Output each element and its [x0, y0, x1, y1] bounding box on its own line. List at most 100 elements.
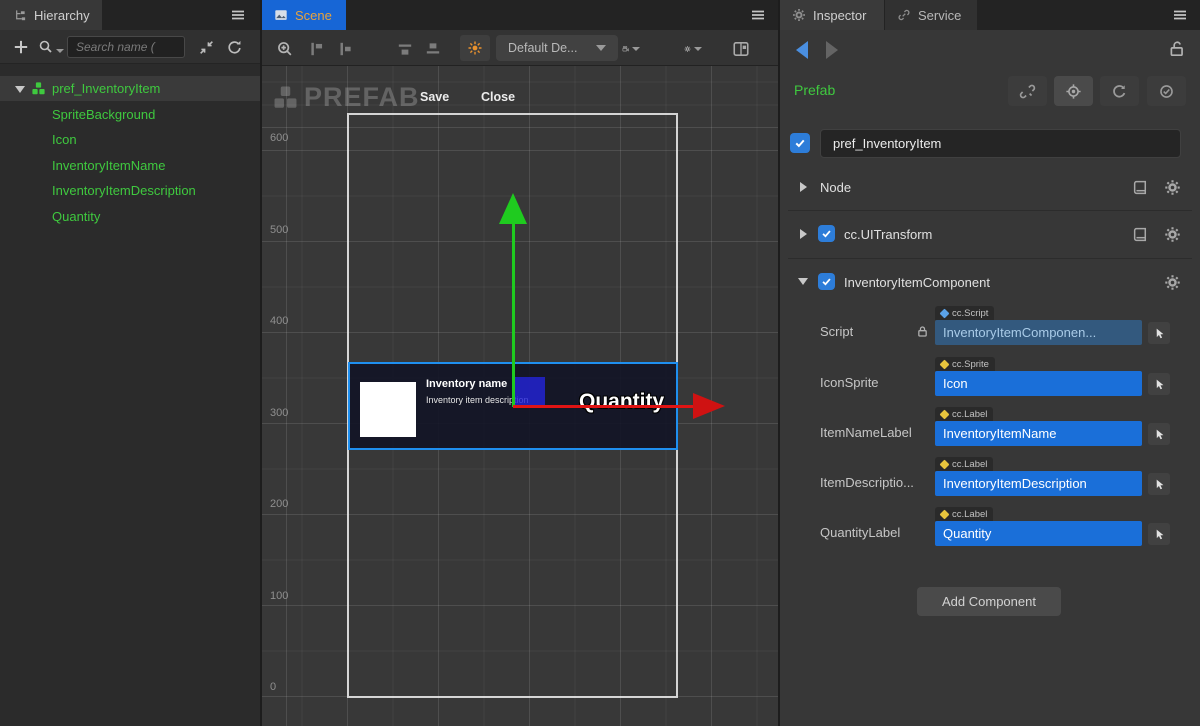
layout-window-icon[interactable] — [732, 40, 750, 58]
node-expand-caret-icon[interactable] — [800, 182, 807, 192]
property-reference-field[interactable]: InventoryItemName — [935, 421, 1142, 446]
reference-picker-button[interactable] — [1148, 523, 1170, 545]
inspector-menu-icon[interactable] — [1172, 7, 1188, 23]
align-bottom-icon[interactable] — [424, 40, 442, 58]
uitransform-help-book-icon[interactable] — [1132, 226, 1149, 243]
component-collapse-caret-icon[interactable] — [798, 278, 808, 285]
type-diamond-icon — [940, 459, 950, 469]
node-help-book-icon[interactable] — [1132, 179, 1149, 196]
section-node-label: Node — [820, 180, 851, 195]
align-left-icon[interactable] — [308, 40, 326, 58]
property-type-label: cc.Label — [952, 509, 987, 520]
tree-item-InventoryItemName[interactable]: InventoryItemName — [52, 153, 165, 178]
property-type-label: cc.Label — [952, 459, 987, 470]
inspector-tabbar: Inspector Service — [780, 0, 1200, 30]
type-diamond-icon — [940, 308, 950, 318]
tree-item-Icon[interactable]: Icon — [52, 127, 77, 152]
tree-item-Quantity[interactable]: Quantity — [52, 204, 100, 229]
property-type-label: cc.Sprite — [952, 359, 989, 370]
device-dropdown-value: Default De... — [508, 41, 577, 55]
gizmo-light-toggle[interactable] — [460, 35, 490, 61]
inventory-item-name-label: Inventory name — [426, 378, 507, 390]
align-top-icon[interactable] — [396, 40, 414, 58]
tab-service-label: Service — [918, 8, 961, 23]
reference-picker-button[interactable] — [1148, 322, 1170, 344]
inspector-gear-icon — [792, 8, 806, 22]
node-active-checkbox[interactable] — [790, 133, 810, 153]
property-type-tag: cc.Script — [935, 306, 994, 320]
cocos-creator-editor: Hierarchy — [0, 0, 1200, 726]
tab-hierarchy[interactable]: Hierarchy — [0, 0, 102, 30]
gizmo-y-axis-arrow-icon[interactable] — [499, 193, 527, 224]
gizmo-x-axis-line[interactable] — [513, 405, 694, 408]
property-type-tag: cc.Sprite — [935, 357, 995, 371]
unlock-icon[interactable] — [1168, 40, 1186, 58]
tree-item-InventoryItemDescription[interactable]: InventoryItemDescription — [52, 178, 196, 203]
type-diamond-icon — [940, 359, 950, 369]
property-type-label: cc.Label — [952, 409, 987, 420]
hierarchy-menu-icon[interactable] — [230, 7, 246, 23]
property-row-ItemDescriptio...: ItemDescriptio...cc.LabelInventoryItemDe… — [780, 456, 1200, 512]
gizmo-xy-plane-handle[interactable] — [514, 377, 545, 405]
hierarchy-tree-icon — [12, 8, 27, 23]
property-reference-field[interactable]: InventoryItemDescription — [935, 471, 1142, 496]
prefab-save-button[interactable]: Save — [420, 90, 449, 104]
refresh-icon[interactable] — [226, 39, 243, 56]
gizmo-y-axis-line[interactable] — [512, 224, 515, 407]
device-dropdown[interactable]: Default De... — [496, 35, 618, 61]
ruler-label: 600 — [270, 132, 288, 144]
section-uitransform-label: cc.UITransform — [844, 227, 932, 242]
prefab-watermark: PREFAB — [272, 82, 420, 113]
expand-caret-icon[interactable] — [15, 86, 25, 93]
align-right-icon[interactable] — [336, 40, 354, 58]
search-input[interactable] — [67, 36, 185, 58]
section-component-label: InventoryItemComponent — [844, 275, 990, 290]
camera-menu-icon[interactable] — [622, 40, 640, 58]
prefab-watermark-label: PREFAB — [304, 82, 420, 113]
reference-picker-button[interactable] — [1148, 473, 1170, 495]
scene-menu-icon[interactable] — [750, 7, 766, 23]
reference-picker-button[interactable] — [1148, 423, 1170, 445]
property-reference-field[interactable]: Icon — [935, 371, 1142, 396]
tab-scene[interactable]: Scene — [262, 0, 346, 30]
gizmo-x-axis-arrow-icon[interactable] — [693, 393, 725, 419]
prefab-revert-button[interactable] — [1100, 76, 1139, 106]
component-enabled-checkbox[interactable] — [818, 273, 835, 290]
tree-item-SpriteBackground[interactable]: SpriteBackground — [52, 102, 155, 127]
component-settings-gear-icon[interactable] — [1164, 274, 1181, 291]
tree-item-root[interactable]: pref_InventoryItem — [0, 76, 260, 101]
search-filter-icon[interactable] — [38, 39, 64, 55]
property-type-label: cc.Script — [952, 308, 988, 319]
scene-panel: Scene — [262, 0, 778, 726]
uitransform-expand-caret-icon[interactable] — [800, 229, 807, 239]
tree-item-root-label: pref_InventoryItem — [52, 76, 160, 101]
prefab-cube-icon — [31, 81, 46, 96]
nav-back-icon[interactable] — [796, 41, 808, 59]
create-node-icon[interactable] — [12, 38, 30, 56]
nav-forward-icon[interactable] — [826, 41, 838, 59]
prefab-unlink-button[interactable] — [1008, 76, 1047, 106]
tab-service[interactable]: Service — [885, 0, 977, 30]
collapse-all-icon[interactable] — [198, 39, 215, 56]
add-component-button[interactable]: Add Component — [917, 587, 1061, 616]
prefab-close-button[interactable]: Close — [481, 90, 515, 104]
property-reference-field[interactable]: InventoryItemComponen... — [935, 320, 1142, 345]
reference-picker-button[interactable] — [1148, 373, 1170, 395]
property-label: QuantityLabel — [820, 525, 900, 540]
node-settings-gear-icon[interactable] — [1164, 179, 1181, 196]
uitransform-enabled-checkbox[interactable] — [818, 225, 835, 242]
property-row-QuantityLabel: QuantityLabel cc.LabelQuantity — [780, 506, 1200, 562]
inspector-panel: Inspector Service Prefab — [780, 0, 1200, 726]
tab-inspector[interactable]: Inspector — [780, 0, 884, 30]
hierarchy-toolbar — [0, 30, 260, 64]
uitransform-settings-gear-icon[interactable] — [1164, 226, 1181, 243]
property-reference-field[interactable]: Quantity — [935, 521, 1142, 546]
zoom-tool-icon[interactable] — [276, 40, 294, 58]
scene-settings-gear-icon[interactable] — [684, 40, 702, 58]
prefab-locate-button[interactable] — [1054, 76, 1093, 106]
scene-canvas[interactable]: 6005004003002001000 PREFAB Save Close In… — [262, 66, 778, 726]
lock-icon — [916, 325, 929, 338]
node-name-field[interactable]: pref_InventoryItem — [820, 129, 1181, 158]
prefab-apply-button[interactable] — [1147, 76, 1186, 106]
property-type-tag: cc.Label — [935, 407, 993, 421]
